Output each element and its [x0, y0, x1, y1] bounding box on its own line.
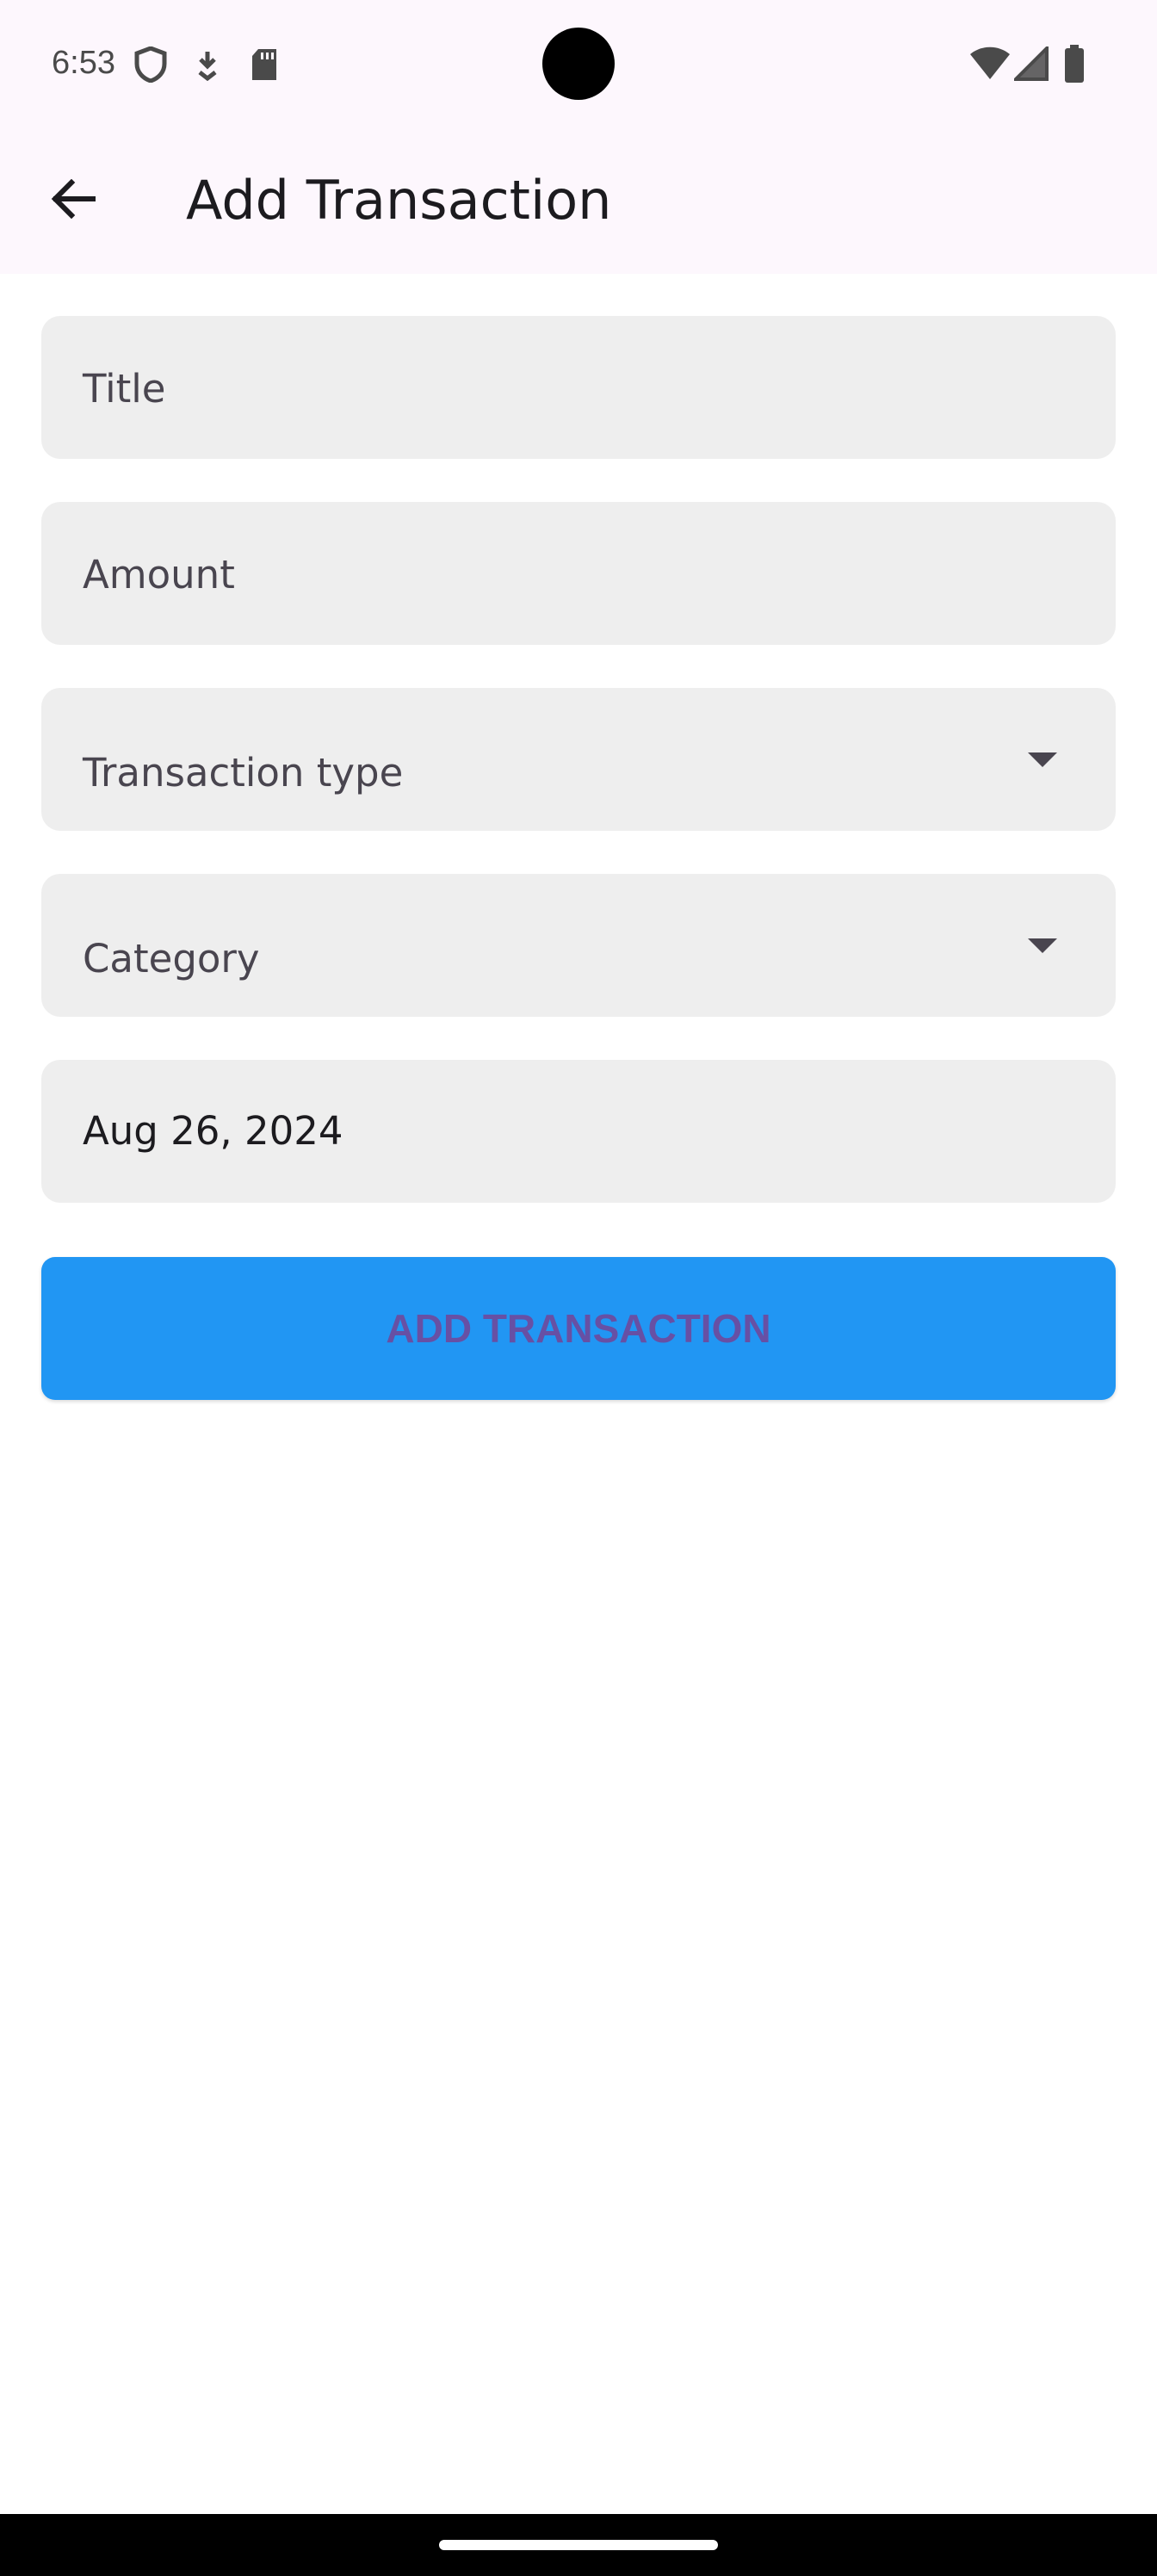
app-bar: Add Transaction — [0, 129, 1157, 274]
amount-field-label: Amount — [83, 552, 235, 598]
category-label: Category — [83, 936, 260, 981]
transaction-type-label: Transaction type — [83, 750, 404, 796]
status-time: 6:53 — [52, 45, 115, 81]
sd-card-icon — [250, 48, 279, 84]
shield-icon — [134, 46, 167, 86]
title-field-label: Title — [83, 366, 166, 412]
arrow-back-icon — [51, 178, 96, 222]
amount-field[interactable]: Amount — [41, 502, 1116, 645]
home-indicator[interactable] — [439, 2540, 718, 2550]
title-field[interactable]: Title — [41, 316, 1116, 459]
download-icon — [195, 50, 220, 84]
add-transaction-button[interactable]: ADD TRANSACTION — [41, 1257, 1116, 1400]
page-title: Add Transaction — [186, 169, 612, 232]
category-dropdown[interactable]: Category — [41, 874, 1116, 1017]
status-bar: 6:53 — [0, 0, 1157, 129]
transaction-type-dropdown[interactable]: Transaction type — [41, 688, 1116, 831]
front-camera — [542, 28, 615, 100]
dropdown-arrow-icon — [1028, 938, 1057, 953]
date-field[interactable]: Aug 26, 2024 — [41, 1060, 1116, 1203]
battery-icon — [1064, 45, 1085, 86]
date-field-value: Aug 26, 2024 — [83, 1108, 343, 1154]
dropdown-arrow-icon — [1028, 752, 1057, 767]
back-button[interactable] — [34, 162, 112, 239]
add-transaction-button-label: ADD TRANSACTION — [386, 1306, 771, 1351]
cell-signal-icon — [1012, 44, 1049, 84]
wifi-icon — [969, 46, 1011, 84]
